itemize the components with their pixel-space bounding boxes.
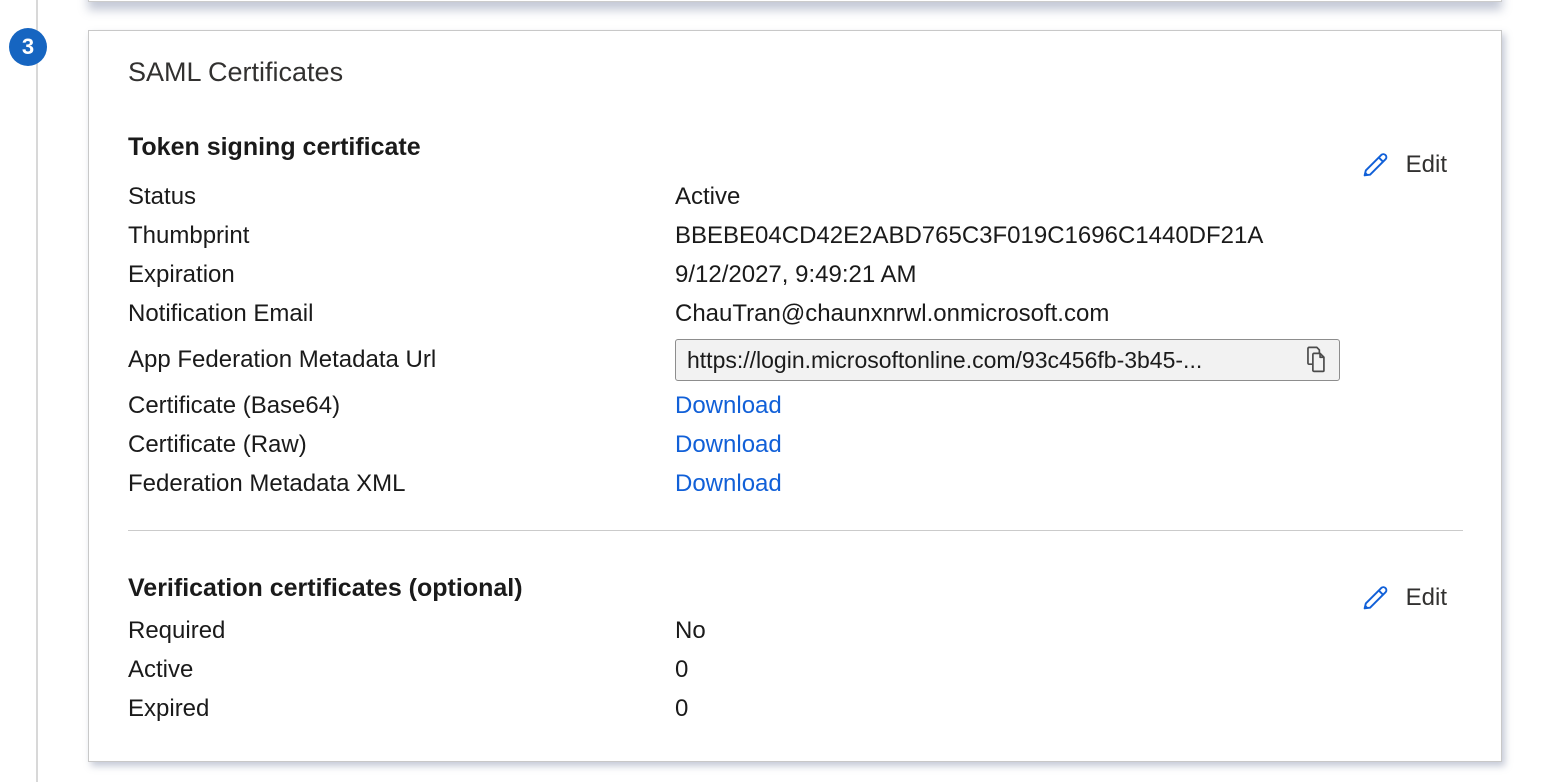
step-number-badge: 3 bbox=[9, 28, 47, 66]
thumbprint-row: Thumbprint BBEBE04CD42E2ABD765C3F019C169… bbox=[128, 220, 1463, 259]
notification-email-label: Notification Email bbox=[128, 298, 675, 330]
required-row: Required No bbox=[128, 615, 1463, 654]
token-certificate-details: Status Active Thumbprint BBEBE04CD42E2AB… bbox=[128, 181, 1463, 383]
active-value: 0 bbox=[675, 654, 688, 686]
federation-metadata-xml-row: Federation Metadata XML Download bbox=[128, 468, 1463, 507]
section-divider bbox=[128, 530, 1463, 531]
thumbprint-value: BBEBE04CD42E2ABD765C3F019C1696C1440DF21A bbox=[675, 220, 1263, 252]
active-label: Active bbox=[128, 654, 675, 686]
edit-token-certificate-button[interactable]: Edit bbox=[1360, 149, 1447, 180]
certificate-raw-download-link[interactable]: Download bbox=[675, 429, 782, 461]
expiration-label: Expiration bbox=[128, 259, 675, 291]
verification-certificate-details: Required No Active 0 Expired 0 bbox=[128, 615, 1463, 732]
edit-button-label: Edit bbox=[1406, 584, 1447, 612]
previous-card-fragment bbox=[88, 0, 1502, 2]
copy-to-clipboard-button[interactable] bbox=[1303, 345, 1329, 375]
copy-icon bbox=[1304, 346, 1328, 374]
certificate-raw-row: Certificate (Raw) Download bbox=[128, 429, 1463, 468]
status-label: Status bbox=[128, 181, 675, 213]
app-federation-metadata-url-row: App Federation Metadata Url https://logi… bbox=[128, 337, 1463, 383]
pencil-icon bbox=[1360, 582, 1391, 613]
expiration-row: Expiration 9/12/2027, 9:49:21 AM bbox=[128, 259, 1463, 298]
app-federation-metadata-url-field[interactable]: https://login.microsoftonline.com/93c456… bbox=[675, 339, 1340, 381]
app-federation-metadata-url-label: App Federation Metadata Url bbox=[128, 344, 675, 376]
notification-email-value: ChauTran@chaunxnrwl.onmicrosoft.com bbox=[675, 298, 1109, 330]
step-connector-line bbox=[36, 0, 38, 782]
edit-verification-certificates-button[interactable]: Edit bbox=[1360, 582, 1447, 613]
certificate-base64-label: Certificate (Base64) bbox=[128, 390, 675, 422]
certificate-raw-label: Certificate (Raw) bbox=[128, 429, 675, 461]
federation-metadata-xml-label: Federation Metadata XML bbox=[128, 468, 675, 500]
required-label: Required bbox=[128, 615, 675, 647]
certificate-download-list: Certificate (Base64) Download Certificat… bbox=[128, 390, 1463, 507]
expiration-value: 9/12/2027, 9:49:21 AM bbox=[675, 259, 917, 291]
verification-certificates-heading: Verification certificates (optional) bbox=[128, 575, 1463, 601]
expired-row: Expired 0 bbox=[128, 693, 1463, 732]
certificate-base64-row: Certificate (Base64) Download bbox=[128, 390, 1463, 429]
app-federation-metadata-url-value: https://login.microsoftonline.com/93c456… bbox=[687, 344, 1295, 376]
pencil-icon bbox=[1360, 149, 1391, 180]
thumbprint-label: Thumbprint bbox=[128, 220, 675, 252]
federation-metadata-xml-download-link[interactable]: Download bbox=[675, 468, 782, 500]
saml-certificates-card: SAML Certificates Token signing certific… bbox=[88, 30, 1502, 762]
notification-email-row: Notification Email ChauTran@chaunxnrwl.o… bbox=[128, 298, 1463, 337]
status-value: Active bbox=[675, 181, 740, 213]
required-value: No bbox=[675, 615, 706, 647]
active-row: Active 0 bbox=[128, 654, 1463, 693]
card-title: SAML Certificates bbox=[128, 58, 1463, 86]
expired-label: Expired bbox=[128, 693, 675, 725]
edit-button-label: Edit bbox=[1406, 151, 1447, 179]
expired-value: 0 bbox=[675, 693, 688, 725]
certificate-base64-download-link[interactable]: Download bbox=[675, 390, 782, 422]
status-row: Status Active bbox=[128, 181, 1463, 220]
token-signing-certificate-heading: Token signing certificate bbox=[128, 134, 1463, 160]
